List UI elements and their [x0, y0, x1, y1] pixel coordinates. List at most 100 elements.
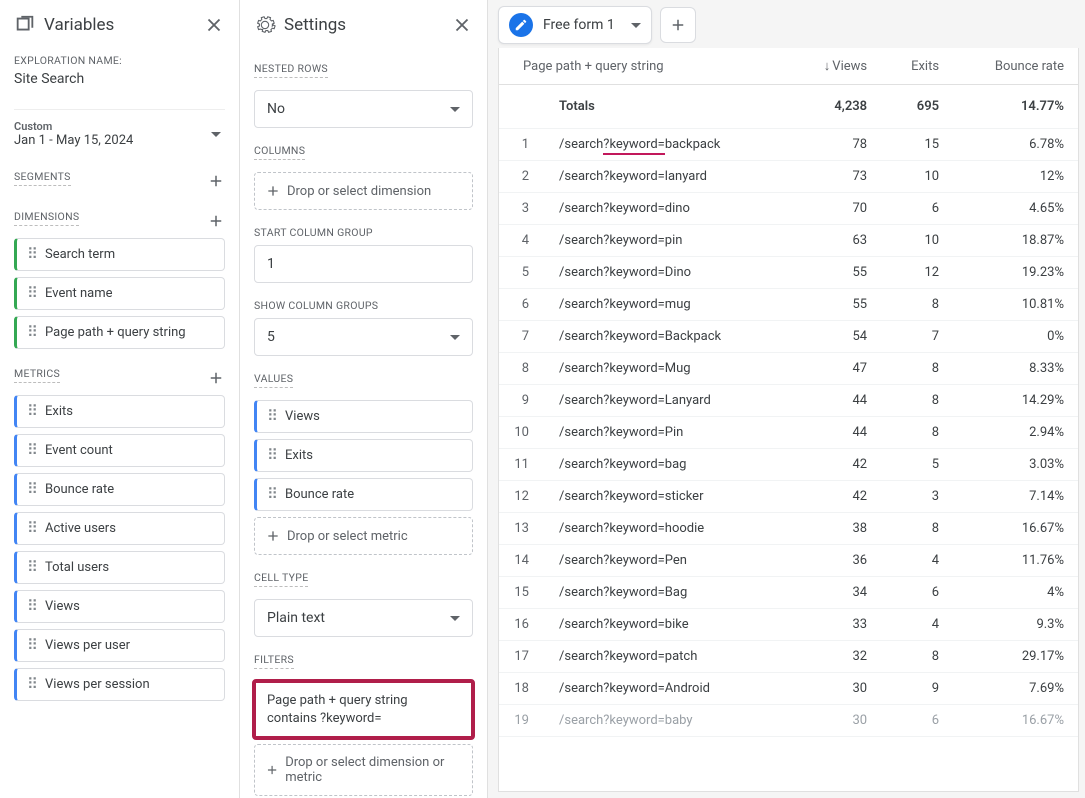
filters-drop-target[interactable]: Drop or select dimension or metric [254, 744, 473, 796]
col-bounce[interactable]: Bounce rate [953, 48, 1078, 85]
table-row[interactable]: 11/search?keyword=bag4253.03% [499, 449, 1078, 481]
table-row[interactable]: 15/search?keyword=Bag3464% [499, 577, 1078, 609]
tab-free-form[interactable]: Free form 1 [498, 6, 652, 44]
tab-label: Free form 1 [543, 17, 615, 33]
metric-chip[interactable]: Views [14, 590, 225, 623]
dimension-chip[interactable]: Search term [14, 238, 225, 271]
metric-chip[interactable]: Event count [14, 434, 225, 467]
row-views: 54 [789, 321, 881, 353]
row-views: 55 [789, 289, 881, 321]
gear-icon [254, 14, 276, 36]
row-exits: 6 [881, 577, 953, 609]
table-row[interactable]: 4/search?keyword=pin631018.87% [499, 225, 1078, 257]
row-path: /search?keyword=Pen [545, 545, 789, 577]
row-views: 73 [789, 161, 881, 193]
metrics-label: METRICS [14, 367, 60, 383]
row-views: 78 [789, 129, 881, 161]
add-segment-button[interactable] [207, 172, 225, 190]
table-row[interactable]: 8/search?keyword=Mug4788.33% [499, 353, 1078, 385]
row-path: /search?keyword=Bag [545, 577, 789, 609]
date-range-picker[interactable]: Custom Jan 1 - May 15, 2024 [14, 109, 225, 152]
dimension-chip[interactable]: Event name [14, 277, 225, 310]
row-path: /search?keyword=Lanyard [545, 385, 789, 417]
table-row[interactable]: 5/search?keyword=Dino551219.23% [499, 257, 1078, 289]
row-exits: 8 [881, 385, 953, 417]
drag-handle-icon [27, 565, 37, 571]
row-path: /search?keyword=Android [545, 673, 789, 705]
results-table: Page path + query string Views Exits Bou… [498, 48, 1079, 792]
metric-chip[interactable]: Views per session [14, 668, 225, 701]
show-col-groups-select[interactable]: 5 [254, 318, 473, 356]
row-path: /search?keyword=Mug [545, 353, 789, 385]
columns-drop-target[interactable]: Drop or select dimension [254, 172, 473, 210]
table-row[interactable]: 17/search?keyword=patch32829.17% [499, 641, 1078, 673]
row-views: 42 [789, 481, 881, 513]
close-icon[interactable] [451, 14, 473, 36]
settings-panel: Settings NESTED ROWS No COLUMNS Drop or … [240, 0, 488, 798]
drag-handle-icon [27, 330, 37, 336]
row-bounce: 6.78% [953, 129, 1078, 161]
table-row[interactable]: 16/search?keyword=bike3349.3% [499, 609, 1078, 641]
values-drop-target[interactable]: Drop or select metric [254, 517, 473, 555]
segments-label: SEGMENTS [14, 170, 71, 186]
table-row[interactable]: 19/search?keyword=baby30616.67% [499, 705, 1078, 737]
table-row[interactable]: 6/search?keyword=mug55810.81% [499, 289, 1078, 321]
row-bounce: 4.65% [953, 193, 1078, 225]
value-chip[interactable]: Views [254, 400, 473, 433]
col-exits[interactable]: Exits [881, 48, 953, 85]
value-chip[interactable]: Exits [254, 439, 473, 472]
col-views[interactable]: Views [789, 48, 881, 85]
metric-chip[interactable]: Exits [14, 395, 225, 428]
drag-handle-icon [27, 682, 37, 688]
table-row[interactable]: 3/search?keyword=dino7064.65% [499, 193, 1078, 225]
dimension-chip[interactable]: Page path + query string [14, 316, 225, 349]
table-row[interactable]: 1/search?keyword=backpack78156.78% [499, 129, 1078, 161]
settings-header: Settings [254, 0, 473, 46]
row-path: /search?keyword=sticker [545, 481, 789, 513]
nested-rows-label: NESTED ROWS [254, 62, 328, 78]
row-views: 32 [789, 641, 881, 673]
metric-chip[interactable]: Total users [14, 551, 225, 584]
chevron-down-icon [450, 335, 460, 340]
date-preset: Custom [14, 120, 133, 133]
table-row[interactable]: 12/search?keyword=sticker4237.14% [499, 481, 1078, 513]
new-tab-button[interactable] [660, 7, 696, 43]
table-row[interactable]: 18/search?keyword=Android3097.69% [499, 673, 1078, 705]
row-path: /search?keyword=Dino [545, 257, 789, 289]
add-dimension-button[interactable] [207, 212, 225, 230]
table-row[interactable]: 9/search?keyword=Lanyard44814.29% [499, 385, 1078, 417]
nested-rows-select[interactable]: No [254, 90, 473, 128]
table-row[interactable]: 14/search?keyword=Pen36411.76% [499, 545, 1078, 577]
add-metric-button[interactable] [207, 369, 225, 387]
close-icon[interactable] [203, 14, 225, 36]
table-row[interactable]: 13/search?keyword=hoodie38816.67% [499, 513, 1078, 545]
table-row[interactable]: 2/search?keyword=lanyard731012% [499, 161, 1078, 193]
row-exits: 4 [881, 609, 953, 641]
row-exits: 10 [881, 225, 953, 257]
filters-label: FILTERS [254, 653, 294, 669]
drag-handle-icon [27, 487, 37, 493]
table-header-row: Page path + query string Views Exits Bou… [499, 48, 1078, 85]
metric-chip[interactable]: Views per user [14, 629, 225, 662]
row-views: 36 [789, 545, 881, 577]
pencil-icon [509, 13, 533, 37]
row-exits: 8 [881, 641, 953, 673]
row-bounce: 10.81% [953, 289, 1078, 321]
cell-type-select[interactable]: Plain text [254, 599, 473, 637]
metric-chip[interactable]: Bounce rate [14, 473, 225, 506]
row-views: 33 [789, 609, 881, 641]
table-row[interactable]: 10/search?keyword=Pin4482.94% [499, 417, 1078, 449]
row-bounce: 16.67% [953, 705, 1078, 737]
row-views: 70 [789, 193, 881, 225]
row-bounce: 12% [953, 161, 1078, 193]
col-path[interactable]: Page path + query string [499, 48, 789, 85]
row-views: 38 [789, 513, 881, 545]
metric-chip[interactable]: Active users [14, 512, 225, 545]
start-col-group-input[interactable]: 1 [254, 245, 473, 283]
table-row[interactable]: 7/search?keyword=Backpack5470% [499, 321, 1078, 353]
row-exits: 7 [881, 321, 953, 353]
value-chip[interactable]: Bounce rate [254, 478, 473, 511]
filter-chip[interactable]: Page path + query string contains ?keywo… [254, 681, 473, 738]
row-bounce: 16.67% [953, 513, 1078, 545]
exploration-name-value[interactable]: Site Search [14, 67, 225, 91]
